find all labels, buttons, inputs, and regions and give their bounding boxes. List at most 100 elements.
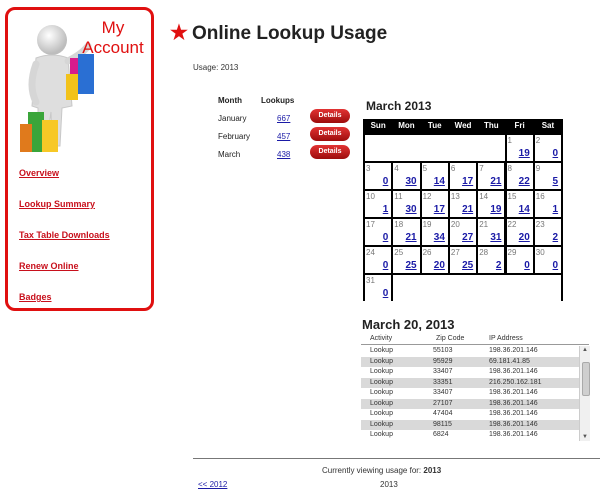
calendar-day-number: 10: [366, 192, 375, 201]
calendar-day-number: 14: [479, 192, 489, 201]
calendar-day-lookups-link[interactable]: 0: [383, 232, 389, 243]
activity-cell: Lookup: [370, 347, 393, 354]
calendar-day-lookups-link[interactable]: 31: [490, 232, 501, 243]
calendar-day-lookups-link[interactable]: 0: [524, 260, 530, 271]
calendar-day-lookups-link[interactable]: 0: [383, 176, 389, 187]
calendar-day-number: 20: [450, 220, 460, 229]
activity-cell: Lookup: [370, 378, 393, 386]
calendar-day-cell: 28 2: [478, 247, 505, 273]
lookups-count-link[interactable]: 457: [277, 132, 290, 141]
table-row: Lookup 95929 69.181.41.85: [361, 356, 579, 367]
sidebar-item-lookup-summary[interactable]: Lookup Summary: [19, 197, 110, 228]
calendar-day-number: 28: [479, 248, 489, 257]
calendar-day-cell: 31 0: [365, 275, 392, 301]
activity-cell: Lookup: [370, 368, 393, 375]
calendar-day-cell: 26 20: [421, 247, 448, 273]
calendar-day-number: 23: [535, 220, 545, 229]
calendar-day-number: 12: [422, 192, 432, 201]
calendar-day-lookups-link[interactable]: 14: [434, 176, 445, 187]
month-name: February: [218, 132, 251, 141]
footer-divider: [193, 458, 600, 459]
calendar-day-lookups-link[interactable]: 20: [519, 232, 530, 243]
activity-table-body[interactable]: Lookup 55103 198.36.201.146 Lookup 95929 69.1…: [361, 346, 579, 441]
calendar-day-cell: 7 21: [478, 163, 505, 189]
calendar-day-number: 6: [450, 164, 456, 173]
calendar-day-lookups-link[interactable]: 27: [462, 232, 473, 243]
calendar-day-lookups-link[interactable]: 17: [462, 176, 473, 187]
calendar-day-lookups-link[interactable]: 30: [405, 176, 416, 187]
calendar-grid: Sun Mon Tue Wed Thu Fri Sat 1 19 2 0 3 0 4 30 5 14 6 17 7 21…: [363, 119, 563, 301]
calendar-day-cell: 95: [534, 163, 562, 189]
activity-scrollbar[interactable]: ▲ ▼: [579, 346, 590, 441]
sidebar-item-overview[interactable]: Overview: [19, 166, 110, 197]
calendar-day-lookups-link[interactable]: 0: [553, 260, 559, 271]
calendar-day-cell: 23 2: [534, 219, 562, 245]
zip-code-cell: 33407: [433, 389, 453, 396]
calendar-day-number: 27: [450, 248, 460, 257]
ip-address-cell: 198.36.201.146: [489, 410, 538, 417]
calendar-day-lookups-link[interactable]: 22: [519, 176, 530, 187]
calendar-day-lookups-link[interactable]: 1: [383, 204, 389, 215]
calendar-day-cell: 30 0: [534, 247, 562, 273]
calendar-day-lookups-link[interactable]: 21: [462, 204, 473, 215]
calendar-day-lookups-link[interactable]: 25: [405, 260, 416, 271]
calendar-day-number: 9: [535, 164, 541, 173]
calendar-day-cell: 8 22: [506, 163, 533, 189]
activity-cell: Lookup: [370, 389, 393, 396]
activity-cell: Lookup: [370, 420, 393, 428]
zip-code-cell: 33407: [433, 368, 453, 375]
calendar-day-lookups-link[interactable]: 21: [405, 232, 416, 243]
calendar-day-number: 19: [422, 220, 432, 229]
table-row: Lookup 47404 198.36.201.146: [361, 409, 579, 419]
activity-cell: Lookup: [370, 410, 393, 417]
month-name: January: [218, 114, 247, 123]
zip-code-cell: 47404: [433, 410, 453, 417]
sidebar-item-renew-online[interactable]: Renew Online: [19, 259, 110, 290]
ip-address-cell: 198.36.201.146: [489, 420, 538, 428]
sidebar-item-badges[interactable]: Badges: [19, 290, 110, 321]
calendar-day-cell: 6 17: [449, 163, 477, 189]
ip-address-cell: 216.250.162.181: [489, 378, 542, 386]
table-row: Lookup 55103 198.36.201.146: [361, 346, 579, 356]
calendar-day-lookups-link[interactable]: 30: [405, 204, 416, 215]
calendar-day-lookups-link[interactable]: 34: [434, 232, 445, 243]
calendar-day-number: 17: [366, 220, 375, 229]
usage-year-label: Usage: 2013: [193, 63, 239, 72]
table-row: Lookup 6824 198.36.201.146: [361, 430, 579, 440]
details-button-february[interactable]: Details: [310, 127, 350, 141]
calendar-day-cell: 13 21: [449, 191, 477, 217]
calendar-day-lookups-link[interactable]: 2: [496, 260, 502, 271]
sidebar-item-tax-table-downloads[interactable]: Tax Table Downloads: [19, 228, 110, 259]
activity-cell: Lookup: [370, 431, 393, 438]
viewing-usage-year: 2013: [423, 466, 442, 475]
calendar-day-lookups-link[interactable]: 0: [383, 260, 389, 271]
viewing-usage-label: Currently viewing usage for:: [322, 466, 422, 475]
ip-column-header: IP Address: [489, 335, 523, 342]
calendar-day-number: 1: [507, 136, 512, 145]
calendar-day-lookups-link[interactable]: 19: [519, 148, 530, 159]
scroll-up-icon[interactable]: ▲: [582, 347, 588, 353]
calendar-day-lookups-link[interactable]: 17: [434, 204, 445, 215]
calendar-day-lookups-link[interactable]: 19: [490, 204, 501, 215]
calendar-day-number: 4: [394, 164, 399, 173]
calendar-day-lookups-link[interactable]: 1: [553, 204, 559, 215]
calendar-day-lookups-link[interactable]: 21: [490, 176, 501, 187]
details-button-january[interactable]: Details: [310, 109, 350, 123]
calendar-day-lookups-link[interactable]: 5: [553, 176, 559, 187]
calendar-day-lookups-link[interactable]: 0: [553, 148, 559, 159]
calendar-day-lookups-link[interactable]: 25: [462, 260, 473, 271]
previous-year-link[interactable]: << 2012: [198, 480, 227, 489]
lookups-count-link[interactable]: 438: [277, 150, 290, 159]
month-column-header: Month: [218, 96, 242, 105]
calendar-day-lookups-link[interactable]: 0: [383, 288, 389, 299]
calendar-day-lookups-link[interactable]: 14: [519, 204, 530, 215]
lookups-column-header: Lookups: [261, 96, 295, 105]
scroll-thumb[interactable]: [582, 362, 590, 396]
zip-code-cell: 55103: [433, 347, 453, 354]
details-button-march[interactable]: Details: [310, 145, 350, 159]
calendar-day-lookups-link[interactable]: 2: [553, 232, 559, 243]
lookups-count-link[interactable]: 667: [277, 114, 290, 123]
scroll-down-icon[interactable]: ▼: [582, 434, 588, 440]
calendar-day-lookups-link[interactable]: 20: [434, 260, 445, 271]
activity-cell: Lookup: [370, 357, 393, 365]
